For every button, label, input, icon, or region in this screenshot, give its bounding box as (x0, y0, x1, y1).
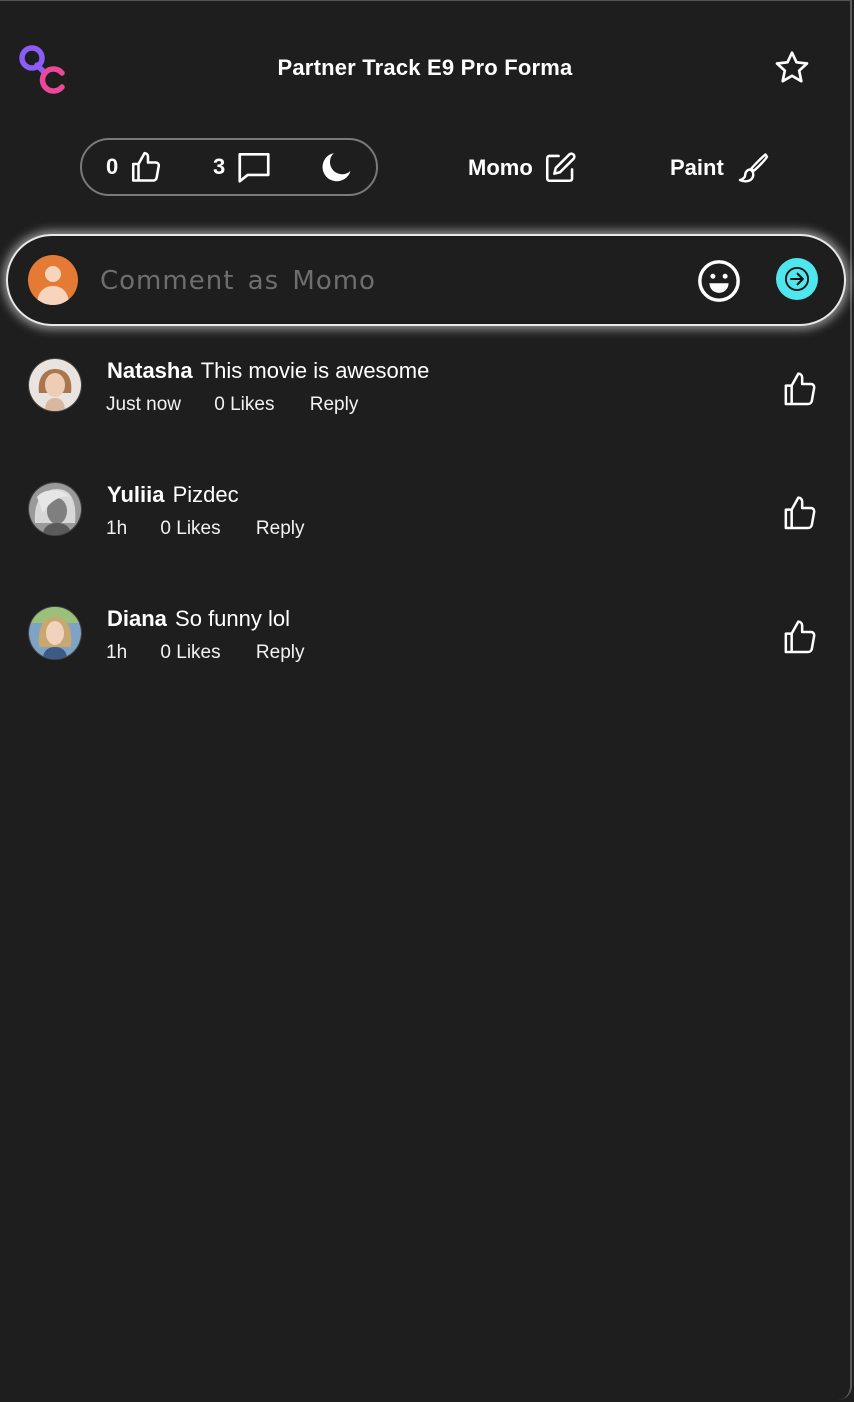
arrow-right-icon (784, 266, 810, 292)
comments-panel: Partner Track E9 Pro Forma 0 3 Momo Pain… (0, 0, 852, 1400)
comment-author[interactable]: Diana (107, 606, 167, 631)
comment-text: So funny lol (175, 606, 291, 631)
avatar[interactable] (29, 607, 81, 659)
comment-time: Just now (106, 394, 181, 415)
avatar[interactable] (29, 359, 81, 411)
brush-icon (738, 153, 768, 183)
stats-pill: 0 3 (80, 138, 378, 196)
comment-meta: 1h 0 Likes Reply (106, 518, 304, 540)
comments-count: 3 (213, 154, 226, 179)
likes-count: 0 (106, 154, 119, 179)
emoji-button[interactable] (696, 258, 742, 304)
comment-meta: Just now 0 Likes Reply (106, 394, 358, 416)
momo-label: Momo (468, 155, 533, 180)
comment-body: Yuliia Pizdec (107, 482, 239, 508)
reply-button[interactable]: Reply (256, 518, 305, 540)
thumbs-up-icon (132, 151, 161, 182)
like-comment-button[interactable] (780, 493, 820, 533)
paint-label: Paint (670, 155, 724, 180)
comment-author[interactable]: Natasha (107, 358, 193, 383)
edit-icon (545, 152, 576, 183)
comment-item: Diana So funny lol 1h 0 Likes Reply (0, 606, 852, 697)
dark-mode-toggle[interactable] (318, 140, 356, 194)
thumbs-up-icon (784, 496, 816, 530)
avatar (28, 255, 78, 305)
comment-meta: 1h 0 Likes Reply (106, 642, 304, 664)
comment-text: Pizdec (172, 482, 239, 507)
comment-body: Diana So funny lol (107, 606, 290, 632)
comment-time: 1h (106, 518, 128, 539)
comment-time: 1h (106, 642, 128, 663)
comment-icon (238, 152, 270, 183)
comment-likes-count: 0 Likes (160, 642, 221, 663)
like-comment-button[interactable] (780, 369, 820, 409)
star-icon (775, 51, 809, 83)
moon-icon (322, 153, 351, 182)
comment-item: Natasha This movie is awesome Just now 0… (0, 358, 852, 449)
comment-composer (6, 234, 846, 326)
likes-stat-button[interactable]: 0 (106, 140, 164, 194)
momo-button[interactable]: Momo (468, 149, 577, 187)
comment-body: Natasha This movie is awesome (107, 358, 429, 384)
paint-button[interactable]: Paint (670, 149, 770, 187)
thumbs-up-icon (784, 372, 816, 406)
reply-button[interactable]: Reply (256, 642, 305, 664)
comment-text: This movie is awesome (200, 358, 430, 383)
smiley-icon (698, 260, 740, 302)
avatar[interactable] (29, 483, 81, 535)
reply-button[interactable]: Reply (310, 394, 359, 416)
comment-likes-count: 0 Likes (214, 394, 275, 415)
comment-likes-count: 0 Likes (160, 518, 221, 539)
page-title: Partner Track E9 Pro Forma (277, 55, 573, 80)
like-comment-button[interactable] (780, 617, 820, 657)
send-button[interactable] (776, 258, 818, 300)
comments-stat-button[interactable]: 3 (213, 140, 273, 194)
comment-input[interactable] (98, 258, 662, 304)
comment-author[interactable]: Yuliia (107, 482, 164, 507)
favorite-button[interactable] (772, 48, 812, 88)
user-icon (37, 266, 69, 305)
thumbs-up-icon (784, 620, 816, 654)
comment-item: Yuliia Pizdec 1h 0 Likes Reply (0, 482, 852, 573)
